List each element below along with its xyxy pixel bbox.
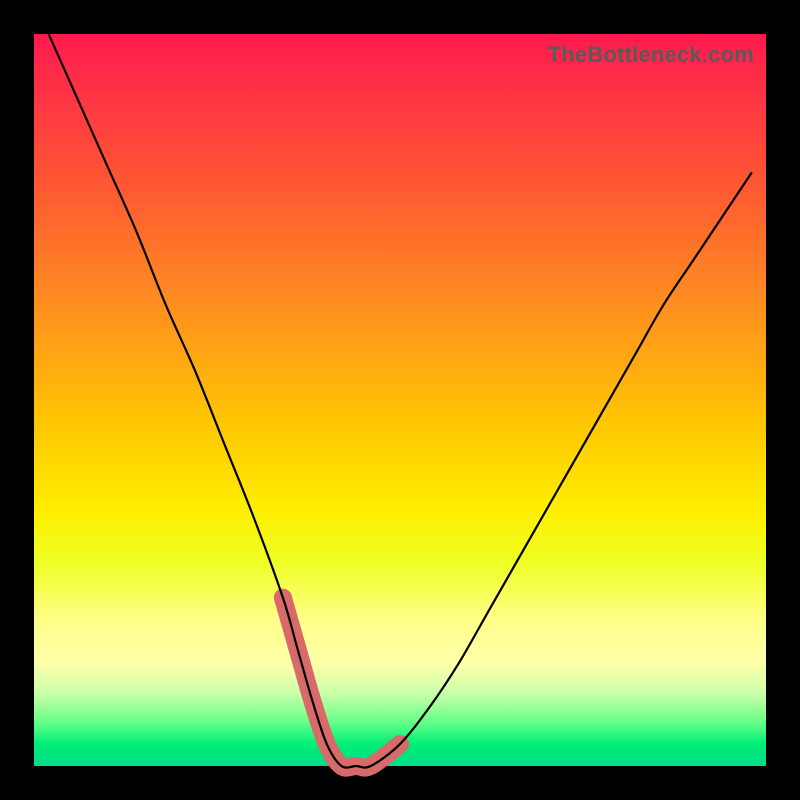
plot-area: TheBottleneck.com — [34, 34, 766, 766]
highlight-segment — [283, 598, 400, 768]
curve-line — [49, 34, 752, 768]
chart-svg — [34, 34, 766, 766]
watermark-text: TheBottleneck.com — [548, 42, 754, 68]
chart-container: TheBottleneck.com — [0, 0, 800, 800]
